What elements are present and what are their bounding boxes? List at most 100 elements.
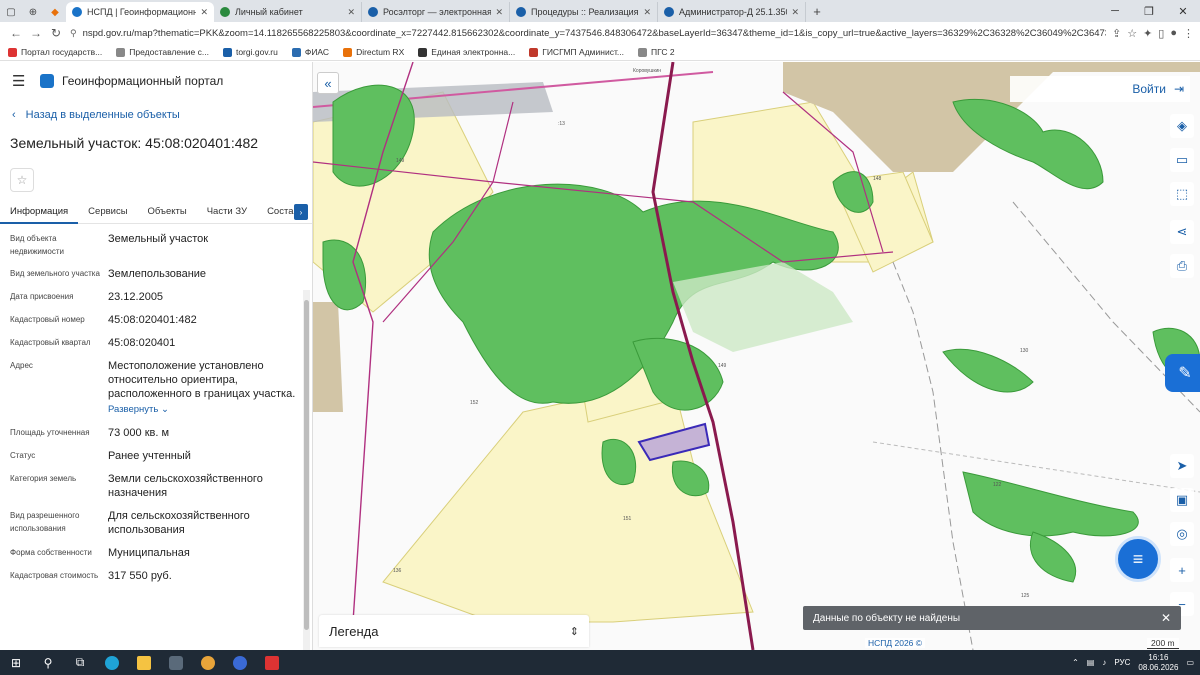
profile-icon[interactable]: ● [1170,27,1177,40]
volume-icon[interactable]: ♪ [1102,658,1106,667]
hamburger-icon[interactable]: ☰ [12,72,32,90]
select-area-icon[interactable]: ⬚ [1170,182,1194,206]
ruler-icon[interactable]: ▭ [1170,148,1194,172]
toast-notification: Данные по объекту не найдены ✕ [803,606,1181,630]
app-icon[interactable]: ◆ [44,2,66,22]
explorer-icon[interactable] [128,650,160,675]
search-icon[interactable]: ⚲ [32,650,64,675]
bookmark-item[interactable]: Предоставление с... [116,47,209,57]
clock[interactable]: 16:16 08.06.2026 [1138,653,1178,673]
tray-arrow-icon[interactable]: ⌃ [1072,658,1079,667]
navigate-icon[interactable]: ➤ [1170,454,1194,478]
bookmark-icon [116,47,126,57]
share-map-icon[interactable]: ⋖ [1170,220,1194,244]
minimize-icon[interactable]: ─ [1098,5,1132,17]
tab-1[interactable]: Сервисы [78,200,137,224]
tab-favicon-icon [368,7,378,17]
tab-close-icon[interactable]: ✕ [200,7,208,18]
legend-label: Легенда [329,623,379,639]
app-c-icon[interactable] [160,650,192,675]
assistant-badge-icon[interactable]: ✎ [1165,354,1200,392]
back-link[interactable]: ‹ Назад в выделенные объекты [0,100,312,130]
bookmark-item[interactable]: Directum RX [343,47,404,57]
task-view-icon[interactable]: ⧉ [64,650,96,675]
tab-close-icon[interactable]: ✕ [791,7,799,18]
expand-arrows-icon[interactable]: ⇕ [570,625,579,638]
back-arrow-icon[interactable]: ← [6,26,26,40]
tab-3[interactable]: Части ЗУ [197,200,257,224]
bookmark-item[interactable]: Единая электронна... [418,47,515,57]
browser-tab[interactable]: Росэлторг — электронная торг✕ [362,2,510,22]
extensions-icon[interactable]: ✦ [1143,27,1152,40]
portal-title: Геоинформационный портал [62,74,224,88]
tab-list-icon[interactable]: ▢ [0,2,22,22]
url-field[interactable]: ⚲ nspd.gov.ru/map?thematic=PKK&zoom=14.1… [70,24,1106,42]
bookmarks-bar: Портал государств... Предоставление с... t… [0,44,1200,61]
chrome-icon[interactable] [192,650,224,675]
collapse-panel-button[interactable]: « [317,72,339,94]
reload-icon[interactable]: ↻ [46,26,66,40]
menu-icon[interactable]: ⋮ [1183,27,1194,40]
browser-tab[interactable]: Администратор-Д 25.1.350.417 ✕ [658,2,806,22]
screen: ▢ ⊕ ◆ НСПД | Геоинформационный п✕Личный … [0,0,1200,675]
notifications-icon[interactable]: ▭ [1186,658,1194,667]
language-indicator[interactable]: РУС [1114,658,1130,667]
bookmark-item[interactable]: ПГС 2 [637,47,675,57]
url-text: nspd.gov.ru/map?thematic=PKK&zoom=14.118… [82,27,1106,39]
basemap-icon[interactable]: ▣ [1170,488,1194,512]
browser-tab[interactable]: Личный кабинет ✕ [214,2,362,22]
window-controls: ─ ❐ ✕ [1098,0,1200,22]
edge-icon[interactable] [96,650,128,675]
network-icon[interactable]: ▤ [1087,658,1095,667]
bookmark-item[interactable]: ФИАС [291,47,329,57]
browser-tab[interactable]: НСПД | Геоинформационный п✕ [66,2,214,22]
property-row: Площадь уточненная 73 000 кв. м [10,426,312,440]
start-icon[interactable]: ⊞ [0,650,32,675]
new-tab-button[interactable]: + [806,2,828,22]
maximize-icon[interactable]: ❐ [1132,5,1166,18]
browser-tab[interactable]: Процедуры :: Реализация госи ✕ [510,2,658,22]
toast-close-icon[interactable]: ✕ [1161,611,1171,625]
close-window-icon[interactable]: ✕ [1166,5,1200,18]
expand-link[interactable]: Развернуть ⌄ [108,403,298,417]
panel-scrollbar[interactable] [303,290,310,650]
bookmark-item[interactable]: Портал государств... [8,47,102,57]
bookmark-icon [8,47,17,57]
locate-icon[interactable]: ◎ [1170,522,1194,546]
tabs-next-arrow-icon[interactable]: › [294,204,308,220]
property-label: Кадастровый квартал [10,338,91,347]
map-label: 130 [1020,348,1029,354]
scrollbar-thumb[interactable] [304,300,309,630]
login-button[interactable]: Войти ⇥ [1010,76,1190,102]
map-canvas[interactable]: Коровушкин :13 149 149 148 152 151 130 1… [313,62,1200,650]
map-attribution[interactable]: НСПД 2026 © [865,638,926,648]
tab-0[interactable]: Информация [0,200,79,224]
favorite-star-icon[interactable]: ☆ [10,168,34,192]
pdf-icon[interactable] [256,650,288,675]
property-value: Муниципальная [108,546,298,560]
tab-close-icon[interactable]: ✕ [643,7,651,18]
bookmark-label: Портал государств... [21,47,103,57]
globe-icon[interactable]: ⊕ [22,2,44,22]
property-value-text: 23.12.2005 [108,291,164,303]
bookmark-item[interactable]: ГИСГМП Админист... [529,47,624,57]
sidebar-icon[interactable]: ▯ [1158,27,1164,40]
forward-arrow-icon[interactable]: → [26,26,46,40]
property-value: Земельный участок [108,232,298,258]
chat-icon[interactable]: ≡ [1115,536,1161,582]
tab-close-icon[interactable]: ✕ [347,7,355,18]
tab-favicon-icon [220,7,230,17]
bookmark-item[interactable]: torgi.gov.ru [222,47,278,57]
tab-2[interactable]: Объекты [138,200,197,224]
zoom-in-icon[interactable]: + [1170,558,1194,582]
tab-close-icon[interactable]: ✕ [495,7,503,18]
layers-icon[interactable]: ◈ [1170,114,1194,138]
yandex-icon[interactable] [224,650,256,675]
share-icon[interactable]: ⇪ [1112,27,1121,40]
site-info-icon[interactable]: ⚲ [70,28,77,39]
bookmark-label: Единая электронна... [431,47,516,57]
properties-list: Вид объекта недвижимости Земельный участо… [0,224,312,583]
legend-panel[interactable]: Легенда ⇕ [319,615,589,647]
bookmark-star-icon[interactable]: ☆ [1127,27,1137,40]
print-icon[interactable]: ⎙ [1170,254,1194,278]
